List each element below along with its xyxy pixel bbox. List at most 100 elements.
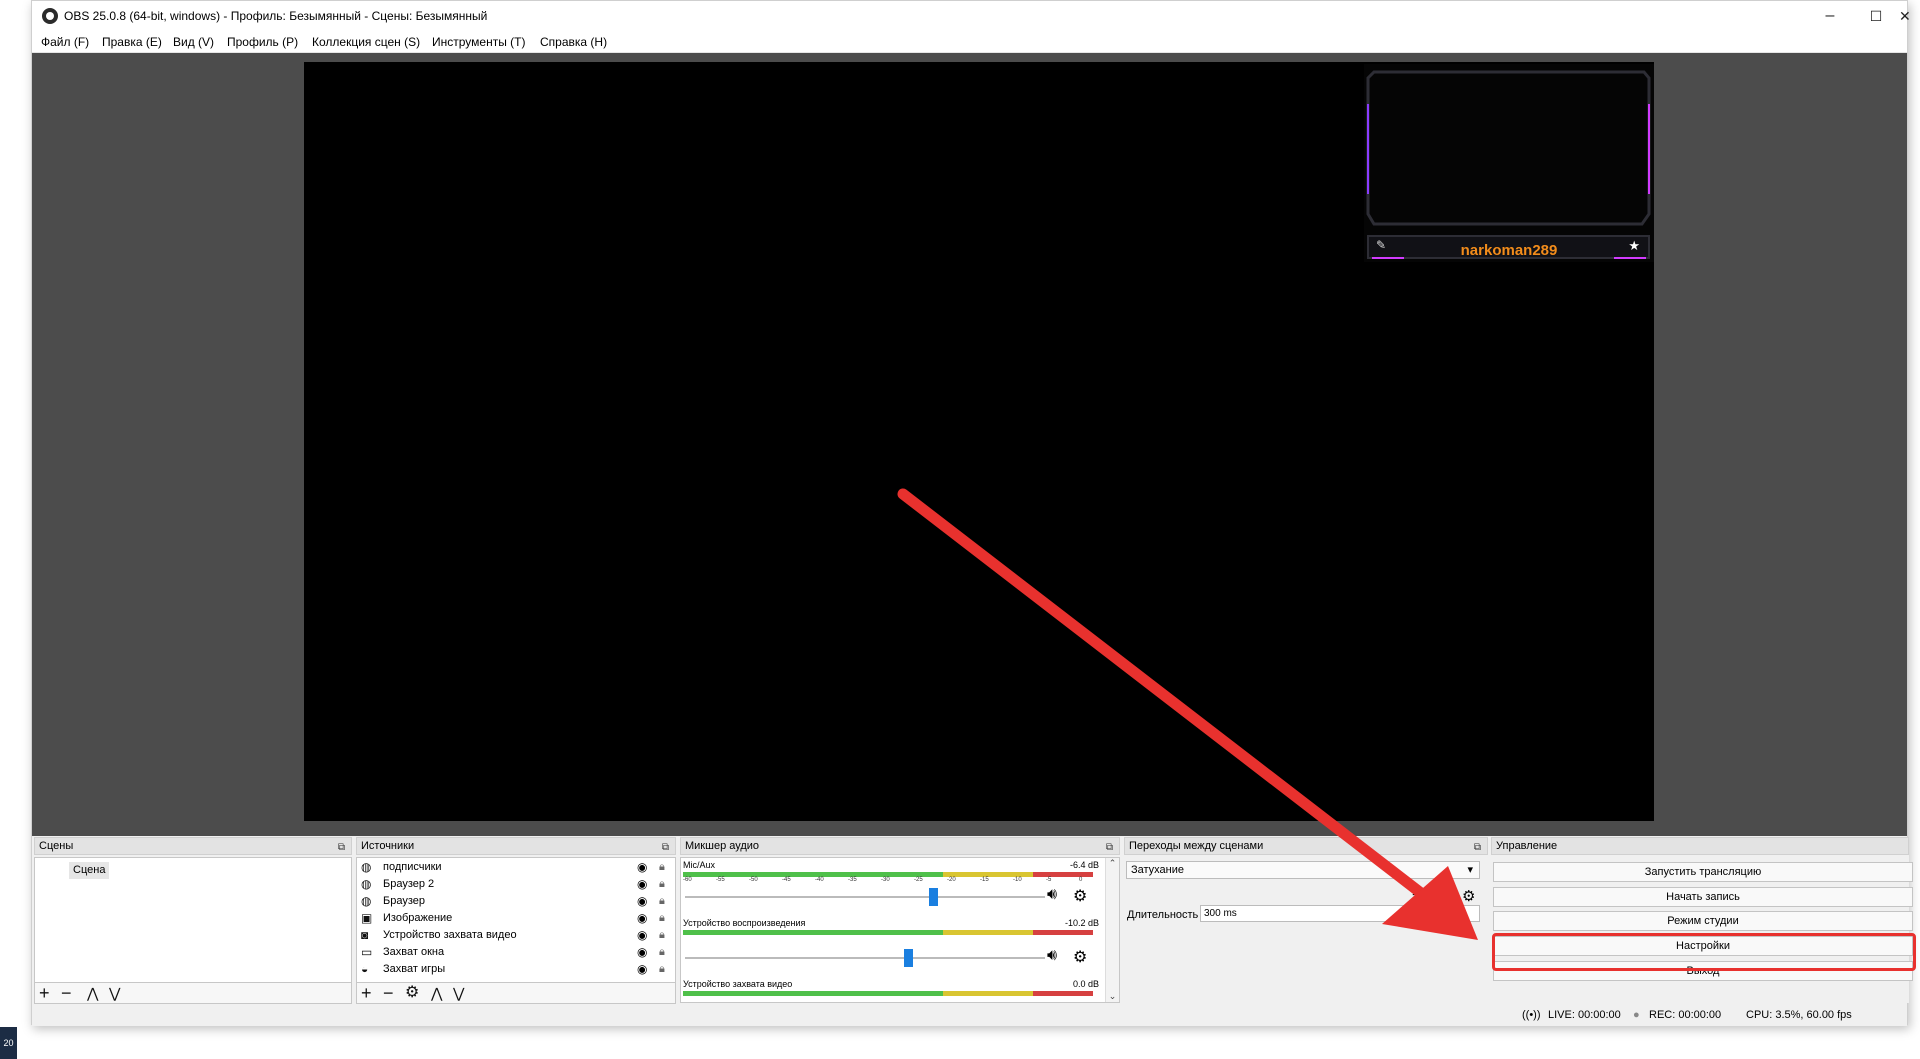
controls-title: Управление [1496,840,1558,852]
eye-icon[interactable]: ◉ [637,859,647,876]
transitions-title: Переходы между сценами [1129,840,1264,852]
eye-icon[interactable]: ◉ [637,876,647,893]
add-scene-icon[interactable]: + [39,983,50,1003]
eye-icon[interactable]: ◉ [637,944,647,961]
lock-icon[interactable]: 🔒︎ [659,927,665,944]
lock-icon[interactable]: 🔒︎ [659,893,665,910]
volume-meter [683,991,1093,996]
gear-icon[interactable]: ⚙ [1462,887,1475,905]
gear-icon[interactable]: ⚙ [1073,886,1087,906]
preview-canvas[interactable]: ✎ narkoman289 ★ [304,62,1654,821]
source-row[interactable]: ◍ Браузер 2 ◉ 🔒︎ [361,876,677,893]
transitions-header: Переходы между сценами ⧉ [1124,837,1488,855]
mixer-scrollbar[interactable]: ⌃ ⌄ [1105,858,1119,1002]
mixer-channel-db: -6.4 dB [1069,860,1099,870]
dock-float-icon[interactable]: ⧉ [1106,840,1113,856]
mixer-header: Микшер аудио ⧉ [680,837,1120,855]
maximize-button[interactable]: ☐ [1853,1,1899,31]
volume-slider-handle[interactable] [904,949,914,967]
globe-icon: ◍ [361,894,372,908]
obs-window: OBS 25.0.8 (64-bit, windows) - Профиль: … [31,0,1913,1026]
dock-float-icon[interactable]: ⧉ [338,840,345,856]
close-button[interactable]: ✕ [1899,1,1911,31]
source-row[interactable]: ◙ Устройство захвата видео ◉ 🔒︎ [361,927,677,944]
gear-icon[interactable]: ⚙ [1073,947,1087,967]
lock-icon[interactable]: 🔒︎ [659,859,665,876]
controls-dock: Управление Запустить трансляцию Начать з… [1491,837,1913,1003]
duration-input[interactable]: 300 ms [1200,905,1480,922]
sources-toolbar: + − ⚙ ⋀ ⋁ [356,982,676,1004]
eye-icon[interactable]: ◉ [637,910,647,927]
mixer-channel-db: 0.0 dB [1072,979,1099,989]
menu-tools[interactable]: Инструменты (T) [432,35,525,49]
volume-slider-handle[interactable] [929,888,939,906]
scenes-toolbar: + − ⋀ ⋁ [34,982,352,1004]
remove-scene-icon[interactable]: − [61,983,72,1003]
start-streaming-button[interactable]: Запустить трансляцию [1493,862,1913,882]
menu-file[interactable]: Файл (F) [41,35,89,49]
menu-help[interactable]: Справка (H) [540,35,607,49]
move-down-icon[interactable]: ⋁ [453,983,464,1003]
tick-label: -35 [848,877,857,883]
source-label: Устройство захвата видео [383,929,517,941]
studio-mode-button[interactable]: Режим студии [1493,911,1913,931]
dock-float-icon[interactable]: ⧉ [662,840,669,856]
menu-scene-collection[interactable]: Коллекция сцен (S) [312,35,420,49]
menu-edit[interactable]: Правка (E) [102,35,162,49]
minimize-button[interactable]: – [1807,1,1853,31]
title-bar: OBS 25.0.8 (64-bit, windows) - Профиль: … [32,1,1911,31]
tick-label: 0 [1079,877,1083,883]
source-row[interactable]: ▣ Изображение ◉ 🔒︎ [361,910,677,927]
source-label: Браузер [383,895,425,907]
window-icon: ▭ [361,945,373,959]
move-up-icon[interactable]: ⋀ [87,983,98,1003]
source-label: подписчики [383,861,442,873]
overlay-frame-graphic [1364,64,1654,262]
lock-icon[interactable]: 🔒︎ [659,961,665,978]
live-status: LIVE: 00:00:00 [1548,1009,1621,1021]
source-row[interactable]: ◍ Браузер ◉ 🔒︎ [361,893,677,910]
star-icon: ★ [1628,238,1640,253]
source-label: Захват окна [383,946,445,958]
eye-icon[interactable]: ◉ [637,961,647,978]
speaker-icon[interactable]: 🔊︎ [1047,947,1057,965]
preview-area: ✎ narkoman289 ★ [32,53,1907,836]
source-row[interactable]: ◍ подписчики ◉ 🔒︎ [361,859,677,876]
lock-icon[interactable]: 🔒︎ [659,944,665,961]
scroll-up-icon[interactable]: ⌃ [1106,858,1119,869]
eye-icon[interactable]: ◉ [637,893,647,910]
source-row[interactable]: ▭ Захват окна ◉ 🔒︎ [361,944,677,961]
lock-icon[interactable]: 🔒︎ [659,876,665,893]
chevron-down-icon: ▾ [1467,864,1473,876]
scroll-down-icon[interactable]: ⌄ [1106,991,1119,1002]
mixer-channel-name: Устройство воспроизведения [683,918,806,928]
add-transition-icon[interactable]: + [1412,887,1421,905]
record-dot-icon: ● [1633,1009,1640,1021]
transition-select[interactable]: Затухание ▾ [1126,861,1480,879]
camera-icon: ◙ [361,928,369,942]
move-down-icon[interactable]: ⋁ [109,983,120,1003]
start-recording-button[interactable]: Начать запись [1493,887,1913,907]
gear-icon[interactable]: ⚙ [405,983,419,1003]
eye-icon[interactable]: ◉ [637,927,647,944]
scenes-list: Сцена [34,857,352,983]
menu-view[interactable]: Вид (V) [173,35,214,49]
remove-source-icon[interactable]: − [383,983,394,1003]
menu-profile[interactable]: Профиль (P) [227,35,298,49]
speaker-icon[interactable]: 🔊︎ [1047,886,1057,904]
lock-icon[interactable]: 🔒︎ [659,910,665,927]
meter-ticks: -60 -55 -50 -45 -40 -35 -30 -25 -20 -15 … [683,877,1093,885]
sources-header: Источники ⧉ [356,837,676,855]
scene-item[interactable]: Сцена [69,862,110,879]
broadcast-icon: ((•)) [1522,1009,1541,1021]
move-up-icon[interactable]: ⋀ [431,983,442,1003]
dock-float-icon[interactable]: ⧉ [1474,840,1481,856]
volume-slider-track[interactable] [685,896,1045,898]
add-source-icon[interactable]: + [361,983,372,1003]
volume-slider-track[interactable] [685,957,1045,959]
tick-label: -20 [947,877,956,883]
mixer-channel-db: -10.2 dB [1064,918,1099,928]
source-label: Захват игры [383,963,446,975]
source-row[interactable]: ◒ Захват игры ◉ 🔒︎ [361,961,677,978]
globe-icon: ◍ [361,877,372,891]
